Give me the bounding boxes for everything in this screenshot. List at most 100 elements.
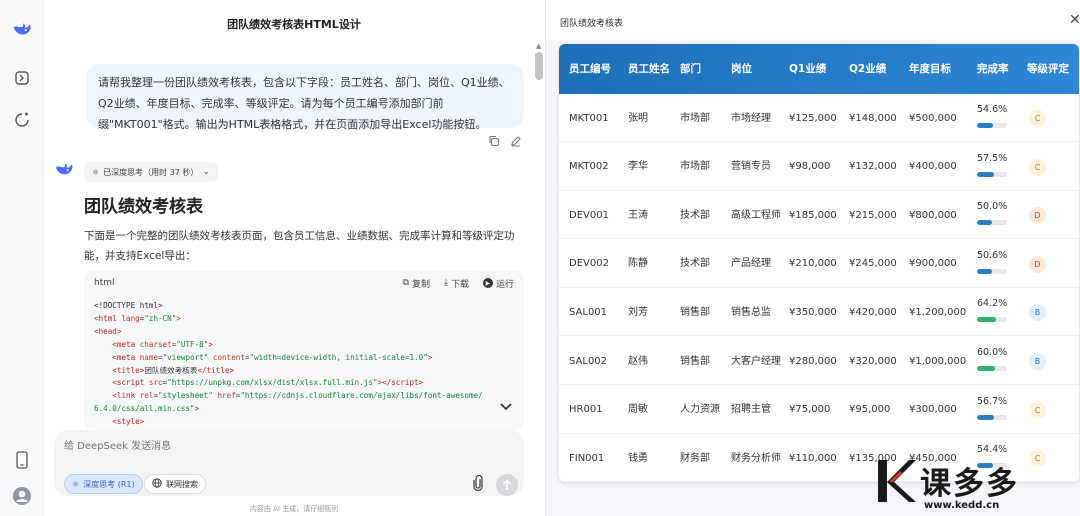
department-cell: 市场部 xyxy=(680,112,710,124)
completion-progress-bar xyxy=(977,220,1007,226)
deep-think-label: 深度思考 (R1) xyxy=(83,479,135,489)
column-header: 等级评定 xyxy=(1027,62,1069,75)
completion-progress-bar xyxy=(977,366,1007,371)
atom-icon: ⚛ xyxy=(92,167,100,177)
grade-badge: D xyxy=(1029,207,1046,225)
annual-target-cell: ¥1,200,000 xyxy=(909,306,967,318)
download-code-label: 下载 xyxy=(450,279,469,290)
user-message: 请帮我整理一份团队绩效考核表，包含以下字段：员工姓名、部门、岗位、Q1业绩、Q2… xyxy=(86,64,524,131)
completion-progress-fill xyxy=(977,366,995,371)
run-code-button[interactable]: ▶ 运行 xyxy=(482,277,514,290)
watermark-url: www.kedd.cn xyxy=(924,500,1000,511)
mobile-app-icon[interactable] xyxy=(12,450,32,470)
employee-id-cell: FIN001 xyxy=(569,452,605,464)
completion-rate: 50.6% xyxy=(977,249,1008,261)
watermark-brand: 课多多 xyxy=(920,466,1019,502)
completion-progress-bar xyxy=(977,171,1007,177)
employee-name-cell: 周敏 xyxy=(628,404,648,416)
copy-message-icon[interactable] xyxy=(488,135,500,150)
copy-code-button[interactable]: ⧉ 复制 xyxy=(403,277,430,290)
column-header: 员工姓名 xyxy=(628,62,670,75)
column-header: 年度目标 xyxy=(909,62,951,75)
code-content: <!DOCTYPE html> <html lang="zh-CN"> <hea… xyxy=(84,296,524,430)
deepseek-logo-icon[interactable] xyxy=(12,20,32,40)
web-search-toggle[interactable]: 联网搜索 xyxy=(144,474,206,494)
q1-performance-cell: ¥280,000 xyxy=(789,355,837,367)
department-cell: 销售部 xyxy=(680,306,710,318)
deep-think-toggle[interactable]: ⚛ 深度思考 (R1) xyxy=(64,474,143,494)
q2-performance-cell: ¥132,000 xyxy=(849,161,897,173)
send-button[interactable] xyxy=(496,474,518,496)
new-chat-icon[interactable] xyxy=(12,110,32,130)
download-code-button[interactable]: ⤓ 下载 xyxy=(444,277,469,290)
attach-icon[interactable] xyxy=(472,474,484,494)
ai-disclaimer: 内容由 AI 生成，请仔细甄别 xyxy=(249,505,339,513)
employee-id-cell: DEV002 xyxy=(569,258,609,270)
completion-rate: 60.0% xyxy=(977,347,1008,358)
department-cell: 销售部 xyxy=(680,355,710,367)
copy-icon: ⧉ xyxy=(402,278,409,288)
employee-name-cell: 赵伟 xyxy=(628,355,648,367)
position-cell: 财务分析师 xyxy=(731,452,781,464)
employee-id-cell: MKT002 xyxy=(569,161,609,173)
position-cell: 市场经理 xyxy=(731,112,771,124)
completion-progress-bar xyxy=(977,414,1007,420)
assistant-avatar-icon xyxy=(54,162,74,181)
table-row: SAL002 赵伟 销售部 大客户经理 ¥280,000 ¥320,000 ¥1,000,0… xyxy=(559,337,1079,385)
left-rail xyxy=(0,0,44,516)
completion-progress-fill xyxy=(977,268,993,274)
scroll-up-arrow-icon[interactable]: ▲ xyxy=(536,42,541,50)
completion-progress-bar xyxy=(977,268,1007,274)
table-header: 员工编号 员工姓名 部门 岗位 Q1业绩 Q2业绩 年度目标 完成率 等级评定 xyxy=(559,44,1079,94)
annual-target-cell: ¥300,000 xyxy=(909,404,957,416)
employee-name-cell: 钱勇 xyxy=(628,452,648,464)
answer-intro: 下面是一个完整的团队绩效考核表页面，包含员工信息、业绩数据、完成率计算和等级评定… xyxy=(84,230,515,262)
q1-performance-cell: ¥185,000 xyxy=(789,209,837,221)
q1-performance-cell: ¥98,000 xyxy=(789,161,831,173)
column-header: 部门 xyxy=(680,62,701,75)
annual-target-cell: ¥800,000 xyxy=(909,209,957,221)
completion-progress-fill xyxy=(977,220,992,226)
completion-progress-fill xyxy=(977,317,997,323)
annual-target-cell: ¥400,000 xyxy=(909,161,957,173)
sidebar-toggle-icon[interactable] xyxy=(12,68,32,88)
code-line: 6.4.0/css/all.min.css"> xyxy=(94,404,200,414)
q1-performance-cell: ¥210,000 xyxy=(789,258,837,270)
grade-badge: D xyxy=(1029,255,1046,273)
q2-performance-cell: ¥245,000 xyxy=(849,258,897,270)
department-cell: 技术部 xyxy=(680,209,710,221)
position-cell: 产品经理 xyxy=(731,258,771,270)
code-line: <meta charset="UTF-8"> xyxy=(112,339,213,349)
download-icon: ⤓ xyxy=(443,278,448,288)
play-icon: ▶ xyxy=(482,278,493,288)
table-row: MKT001 张明 市场部 市场经理 ¥125,000 ¥148,000 ¥500,000 5… xyxy=(559,94,1079,142)
brand-k-icon xyxy=(878,460,916,502)
code-line: <head> xyxy=(94,326,122,336)
q2-performance-cell: ¥95,000 xyxy=(849,404,891,416)
chat-scrollbar[interactable] xyxy=(535,52,543,80)
performance-table: 员工编号 员工姓名 部门 岗位 Q1业绩 Q2业绩 年度目标 完成率 等级评定 MKT001 张明… xyxy=(559,44,1079,482)
message-input[interactable] xyxy=(64,436,464,456)
web-search-label: 联网搜索 xyxy=(166,479,198,489)
completion-progress-fill xyxy=(977,414,994,420)
close-icon[interactable]: ✕ xyxy=(1069,12,1080,28)
position-cell: 营销专员 xyxy=(731,161,771,173)
employee-name-cell: 张明 xyxy=(628,112,648,124)
q2-performance-cell: ¥215,000 xyxy=(849,209,897,221)
scroll-down-button[interactable] xyxy=(494,396,518,418)
employee-id-cell: MKT001 xyxy=(569,112,609,124)
annual-target-cell: ¥900,000 xyxy=(909,258,957,270)
thinking-toggle[interactable]: ⚛ 已深度思考（用时 37 秒） ⌄ xyxy=(84,162,218,182)
table-row: DEV002 陈静 技术部 产品经理 ¥210,000 ¥245,000 ¥900,000 5… xyxy=(559,240,1079,288)
preview-pane: 团队绩效考核表 ✕ 员工编号 员工姓名 部门 岗位 Q1业绩 Q2业绩 年度目标 完成率 等级评… xyxy=(546,0,1080,516)
employee-name-cell: 刘芳 xyxy=(628,306,648,318)
employee-id-cell: DEV001 xyxy=(569,209,609,221)
q1-performance-cell: ¥75,000 xyxy=(789,404,831,416)
edit-message-icon[interactable] xyxy=(510,135,522,150)
position-cell: 高级工程师 xyxy=(731,209,781,221)
employee-name-cell: 李华 xyxy=(628,161,648,173)
position-cell: 招聘主管 xyxy=(731,404,771,416)
user-avatar-icon[interactable] xyxy=(12,486,32,506)
completion-progress-bar xyxy=(977,317,1007,323)
q1-performance-cell: ¥125,000 xyxy=(789,112,837,124)
